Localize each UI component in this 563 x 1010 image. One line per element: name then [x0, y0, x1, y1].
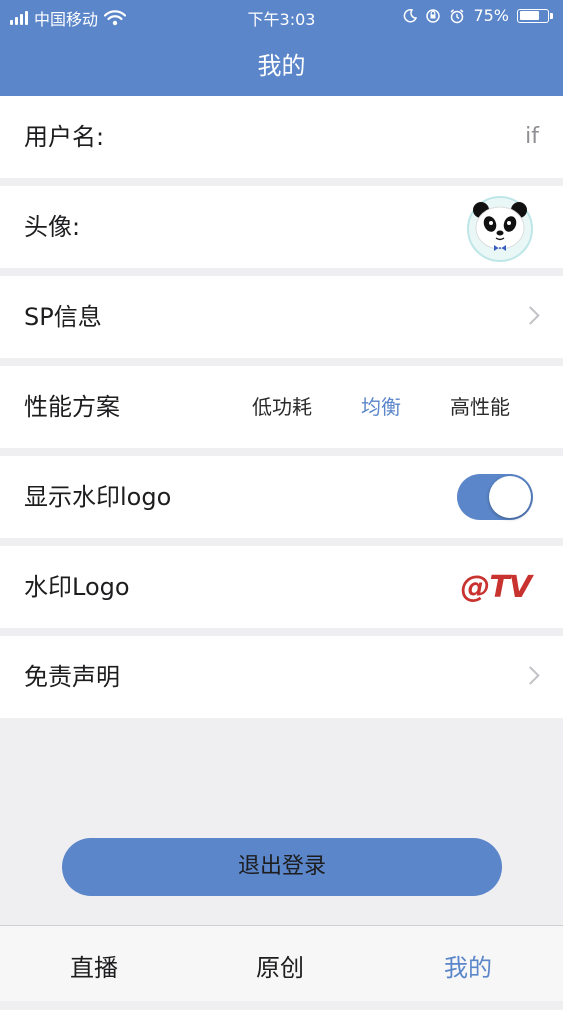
sp-info-label: SP信息 [24, 303, 102, 331]
atv-logo[interactable]: @TV [460, 570, 532, 605]
logout-button[interactable]: 退出登录 [62, 838, 502, 896]
toggle-knob [489, 476, 531, 518]
watermark-logo-label: 水印Logo [24, 573, 130, 601]
moon-icon [404, 8, 418, 22]
row-disclaimer[interactable]: 免责声明 [0, 636, 563, 718]
battery-tip [550, 12, 553, 19]
chevron-right-icon [521, 666, 540, 685]
row-watermark-logo[interactable]: 水印Logo @TV [0, 546, 563, 628]
performance-label: 性能方案 [24, 393, 120, 421]
option-balanced[interactable]: 均衡 [336, 366, 426, 448]
row-sp-info[interactable]: SP信息 [0, 276, 563, 358]
alarm-icon [450, 8, 464, 23]
tab-mine[interactable]: 我的 [408, 926, 528, 1010]
tab-original[interactable]: 原创 [220, 926, 340, 1010]
chevron-right-icon [521, 306, 540, 325]
row-show-watermark: 显示水印logo [0, 456, 563, 538]
battery-fill [519, 11, 539, 20]
row-avatar[interactable]: 头像: [0, 186, 563, 268]
option-high-performance[interactable]: 高性能 [435, 366, 525, 448]
row-performance: 性能方案 低功耗 均衡 高性能 [0, 366, 563, 448]
username-value: if [525, 124, 539, 149]
battery-percent: 75% [473, 6, 509, 25]
header: 中国移动 下午3:03 75% 我的 [0, 0, 563, 96]
tab-bar: 直播 原创 我的 [0, 925, 563, 1001]
show-watermark-label: 显示水印logo [24, 483, 172, 511]
orientation-lock-icon [426, 8, 441, 23]
page-title: 我的 [257, 52, 306, 80]
status-right: 75% [403, 6, 553, 25]
tab-live[interactable]: 直播 [34, 926, 154, 1010]
watermark-toggle[interactable] [457, 474, 533, 520]
row-username: 用户名: if [0, 96, 563, 178]
disclaimer-label: 免责声明 [24, 663, 120, 691]
status-bar: 中国移动 下午3:03 75% [0, 0, 563, 32]
username-label: 用户名: [24, 123, 105, 151]
battery-icon [517, 8, 553, 23]
option-low-power[interactable]: 低功耗 [237, 366, 327, 448]
avatar-label: 头像: [24, 213, 81, 241]
panda-avatar-icon[interactable] [467, 196, 533, 262]
